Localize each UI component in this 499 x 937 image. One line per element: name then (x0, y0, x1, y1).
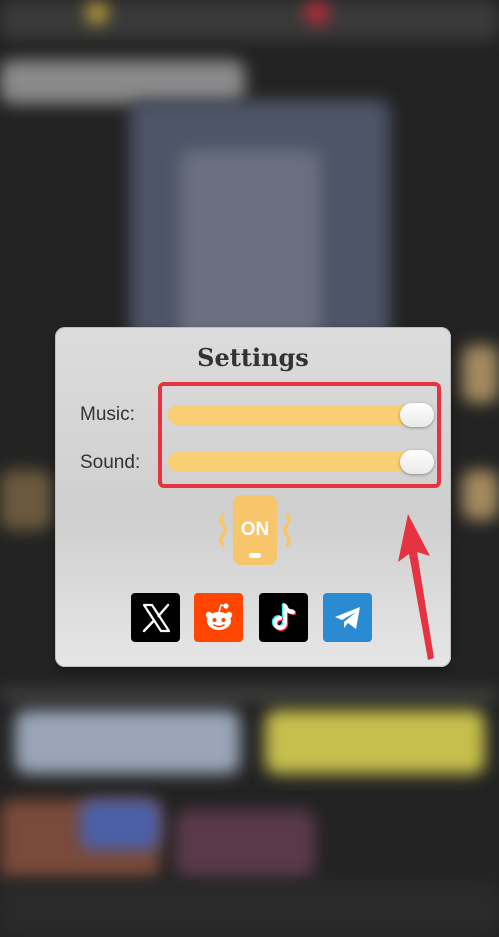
background-bottom-bar (0, 880, 499, 937)
music-label: Music: (80, 404, 135, 425)
background-thumbnail (175, 810, 315, 880)
settings-title: Settings (197, 343, 309, 372)
x-button[interactable] (131, 593, 180, 642)
tiktok-button[interactable] (259, 593, 308, 642)
background-gem-icon (305, 2, 329, 24)
background-divider (0, 690, 499, 700)
x-icon (142, 603, 170, 632)
background-side-button (462, 470, 499, 520)
volume-sliders-highlight (158, 382, 441, 488)
background-card (15, 710, 240, 774)
telegram-icon (334, 606, 360, 629)
reddit-button[interactable] (194, 593, 243, 642)
background-coin-icon (86, 2, 108, 24)
background-card (265, 710, 485, 774)
telegram-button[interactable] (323, 593, 372, 642)
tiktok-icon (271, 602, 296, 631)
pointer-arrow-icon (398, 514, 434, 660)
background-thumbnail (80, 800, 160, 850)
vibration-toggle[interactable]: ON (215, 493, 295, 569)
background-character-body (180, 150, 320, 350)
background-top-bar (0, 0, 499, 40)
background-title (0, 60, 245, 104)
background-side-button (462, 345, 499, 403)
reddit-icon (205, 602, 232, 630)
sound-label: Sound: (80, 452, 141, 473)
vibration-badge: ON (241, 519, 270, 540)
background-side-button (0, 470, 52, 530)
